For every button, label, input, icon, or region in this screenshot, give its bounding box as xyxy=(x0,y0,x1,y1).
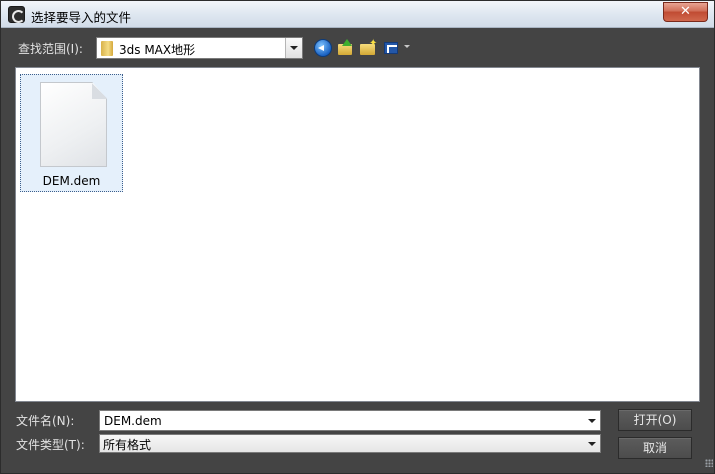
cancel-button[interactable]: 取消 xyxy=(618,437,692,459)
chevron-down-icon[interactable] xyxy=(285,38,302,58)
document-icon xyxy=(40,82,107,167)
file-open-dialog: 选择要导入的文件 ✕ 查找范围(I): 3ds MAX地形 ✦ DEM.dem … xyxy=(0,0,715,474)
open-button[interactable]: 打开(O) xyxy=(618,409,692,431)
lookin-label: 查找范围(I): xyxy=(18,42,83,56)
resize-grip-icon[interactable] xyxy=(704,458,714,468)
file-name: DEM.dem xyxy=(42,174,101,188)
filetype-label: 文件类型(T): xyxy=(16,438,85,452)
filename-label: 文件名(N): xyxy=(16,414,75,428)
title-bar[interactable]: 选择要导入的文件 ✕ xyxy=(1,1,714,28)
chevron-down-icon xyxy=(588,442,596,446)
file-list[interactable]: DEM.dem xyxy=(15,67,713,467)
filetype-select[interactable]: 所有格式 xyxy=(99,434,601,453)
up-folder-icon[interactable] xyxy=(337,39,355,57)
filename-input[interactable] xyxy=(99,410,601,431)
folder-icon xyxy=(101,41,113,56)
new-folder-icon[interactable]: ✦ xyxy=(359,39,377,57)
lookin-value: 3ds MAX地形 xyxy=(119,43,196,57)
view-menu-icon[interactable] xyxy=(383,39,410,57)
filetype-value: 所有格式 xyxy=(103,438,152,452)
app-icon xyxy=(8,6,25,23)
chevron-down-icon[interactable] xyxy=(584,411,600,430)
lookin-dropdown[interactable]: 3ds MAX地形 xyxy=(96,37,303,59)
back-icon[interactable] xyxy=(314,39,332,57)
window-title: 选择要导入的文件 xyxy=(31,10,132,25)
list-item[interactable]: DEM.dem xyxy=(20,74,123,192)
close-button[interactable]: ✕ xyxy=(663,2,708,22)
